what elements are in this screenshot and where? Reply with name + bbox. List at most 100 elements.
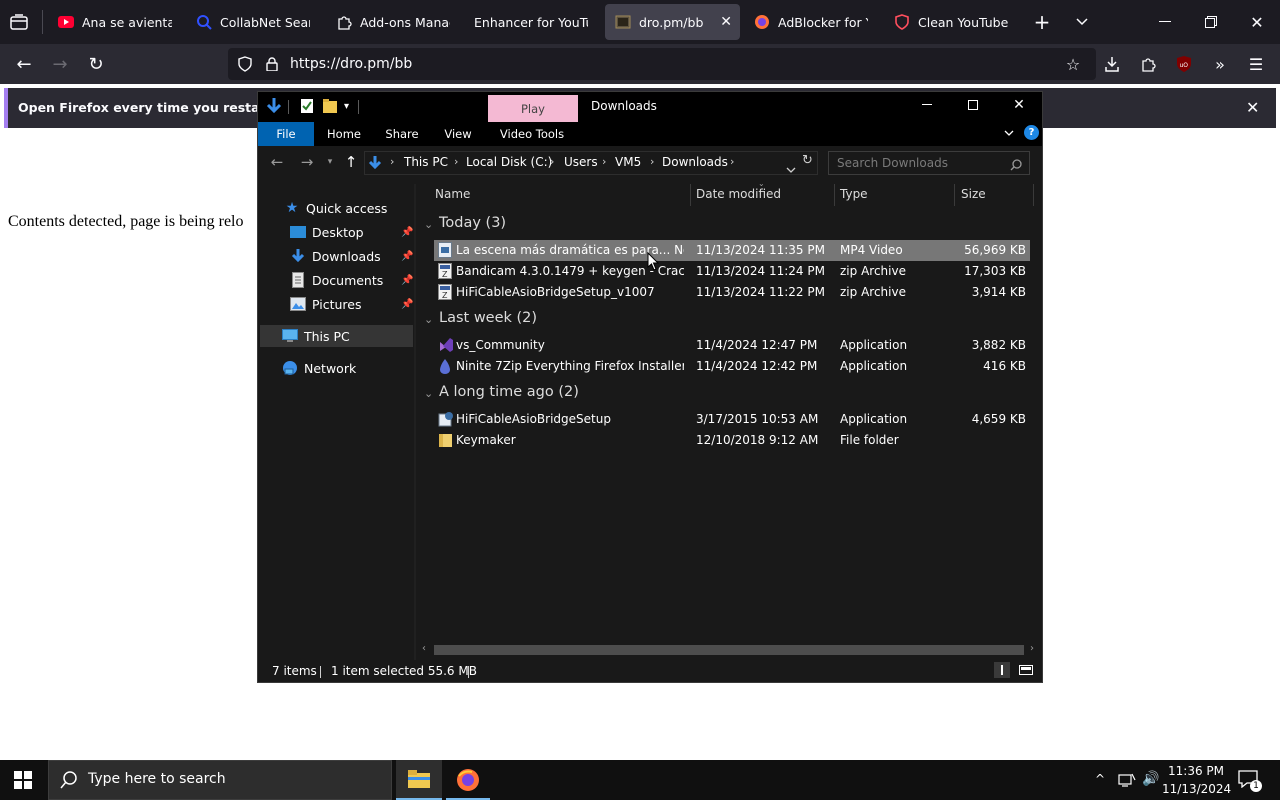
nav-desktop[interactable]: Desktop [290,224,364,240]
file-row[interactable]: Ninite 7Zip Everything Firefox Installer… [434,356,1030,377]
forward-icon[interactable]: → [50,54,70,75]
breadcrumb-downloads[interactable]: Downloads [662,155,728,169]
pin-icon[interactable]: 📌 [401,227,413,238]
taskbar-firefox[interactable] [446,760,490,800]
tab-youtube[interactable]: Ana se avienta pa [48,4,182,40]
details-view-icon[interactable] [994,662,1010,678]
pin-icon[interactable]: 📌 [401,299,413,310]
breadcrumb-this-pc[interactable]: This PC [404,155,448,169]
tab-clean-youtube[interactable]: Clean YouTube™ [884,4,1018,40]
tracking-protection-icon[interactable] [236,55,254,73]
tab-adblocker[interactable]: AdBlocker for You [744,4,878,40]
tab-dro-pm[interactable]: dro.pm/bb ✕ [605,4,740,40]
overflow-menu-icon[interactable]: » [1210,54,1230,74]
clock-date[interactable]: 11/13/2024 [1162,782,1231,796]
back-icon[interactable]: ← [268,153,286,171]
column-header-type[interactable]: Type [840,187,868,201]
pin-icon[interactable]: 📌 [401,275,413,286]
volume-icon[interactable]: 🔊 [1142,771,1159,787]
collapse-group-icon[interactable]: ⌄ [424,218,433,231]
ribbon-tab-view[interactable]: View [432,122,484,146]
ribbon-tab-home[interactable]: Home [318,122,370,146]
column-divider[interactable] [690,184,691,206]
nav-downloads[interactable]: Downloads [290,248,381,264]
help-icon[interactable]: ? [1024,125,1039,140]
maximize-icon[interactable] [964,96,982,114]
close-window-icon[interactable]: ✕ [1248,12,1266,32]
file-row[interactable]: vs_Community 11/4/2024 12:47 PM Applicat… [434,335,1030,356]
collapse-group-icon[interactable]: ⌄ [424,313,433,326]
nav-this-pc[interactable]: This PC [282,328,350,344]
group-header-today[interactable]: Today (3) [439,215,506,231]
close-tab-icon[interactable]: ✕ [720,14,732,30]
nav-pictures[interactable]: Pictures [290,296,362,312]
file-size: 4,659 KB [971,412,1026,426]
breadcrumb-local-disk[interactable]: Local Disk (C:) [466,155,552,169]
column-header-date-modified[interactable]: Date modified [696,187,781,201]
forward-icon[interactable]: → [298,153,316,171]
breadcrumb-users[interactable]: Users [564,155,598,169]
nav-quick-access[interactable]: ★ Quick access [284,200,388,216]
tab-addons-manager[interactable]: Add-ons Manager [326,4,460,40]
restore-icon[interactable] [1202,12,1220,32]
scroll-right-icon[interactable]: › [1030,643,1034,654]
tab-enhancer-youtube[interactable]: Enhancer for YouTube [464,4,598,40]
list-all-tabs-icon[interactable] [8,12,30,32]
group-header-long-time-ago[interactable]: A long time ago (2) [439,384,579,400]
ublock-origin-icon[interactable]: uO [1174,54,1194,74]
expand-ribbon-icon[interactable] [1002,126,1016,140]
network-status-icon[interactable] [1118,772,1136,788]
address-dropdown-icon[interactable] [786,158,798,173]
column-divider[interactable] [834,184,835,206]
windows-start-icon[interactable] [14,771,32,789]
lock-icon[interactable] [264,55,280,73]
file-date: 12/10/2018 9:12 AM [696,433,819,447]
pin-icon[interactable]: 📌 [401,251,413,262]
bookmark-star-icon[interactable]: ☆ [1063,54,1083,74]
file-name: Ninite 7Zip Everything Firefox Installer [456,359,684,373]
nav-label: Network [304,360,357,376]
breadcrumb-vm5[interactable]: VM5 [615,155,641,169]
refresh-icon[interactable]: ↻ [802,153,813,168]
file-row[interactable]: Z Bandicam 4.3.0.1479 + keygen - Crackin… [434,261,1030,282]
customize-quick-access-icon[interactable]: ▾ [344,101,349,112]
file-row[interactable]: Keymaker 12/10/2018 9:12 AM File folder [434,430,1030,451]
collapse-group-icon[interactable]: ⌄ [424,387,433,400]
download-icon[interactable] [1102,54,1122,74]
play-context-tab[interactable]: Play [488,95,578,122]
ribbon-tab-video-tools[interactable]: Video Tools [492,122,572,146]
up-folder-icon[interactable]: ↑ [342,153,360,171]
column-divider[interactable] [954,184,955,206]
ribbon-tab-file[interactable]: File [258,122,314,146]
minimize-icon[interactable] [918,96,936,114]
close-notification-icon[interactable]: ✕ [1246,98,1259,117]
taskbar-file-explorer[interactable] [396,760,442,800]
properties-icon[interactable] [300,98,314,114]
back-icon[interactable]: ← [14,54,34,75]
file-row[interactable]: La escena más dramática es para... Nom..… [434,240,1030,261]
large-icons-view-icon[interactable] [1018,662,1034,678]
group-header-last-week[interactable]: Last week (2) [439,310,537,326]
recent-locations-icon[interactable]: ▾ [324,153,336,171]
column-header-name[interactable]: Name [435,187,470,201]
reload-icon[interactable]: ↻ [86,54,106,75]
scroll-left-icon[interactable]: ‹ [422,643,426,654]
new-tab-icon[interactable]: + [1032,10,1052,34]
ribbon-tab-share[interactable]: Share [376,122,428,146]
hamburger-menu-icon[interactable]: ☰ [1246,54,1266,74]
scrollbar-thumb[interactable] [434,645,1024,655]
file-row[interactable]: Z HiFiCableAsioBridgeSetup_v1007 11/13/2… [434,282,1030,303]
column-header-size[interactable]: Size [961,187,986,201]
new-folder-icon[interactable] [322,98,338,114]
file-row[interactable]: HiFiCableAsioBridgeSetup 3/17/2015 10:53… [434,409,1030,430]
extensions-icon[interactable] [1138,54,1158,74]
clock-time[interactable]: 11:36 PM [1166,764,1226,778]
minimize-icon[interactable] [1156,12,1174,32]
chevron-down-icon[interactable] [1072,12,1092,32]
column-divider[interactable] [1033,184,1034,206]
nav-documents[interactable]: Documents [290,272,383,288]
tab-searxng[interactable]: CollabNet SearXN [186,4,320,40]
nav-network[interactable]: Network [282,360,356,376]
close-window-icon[interactable]: ✕ [1010,96,1028,114]
show-hidden-icons-icon[interactable]: ^ [1095,772,1105,786]
